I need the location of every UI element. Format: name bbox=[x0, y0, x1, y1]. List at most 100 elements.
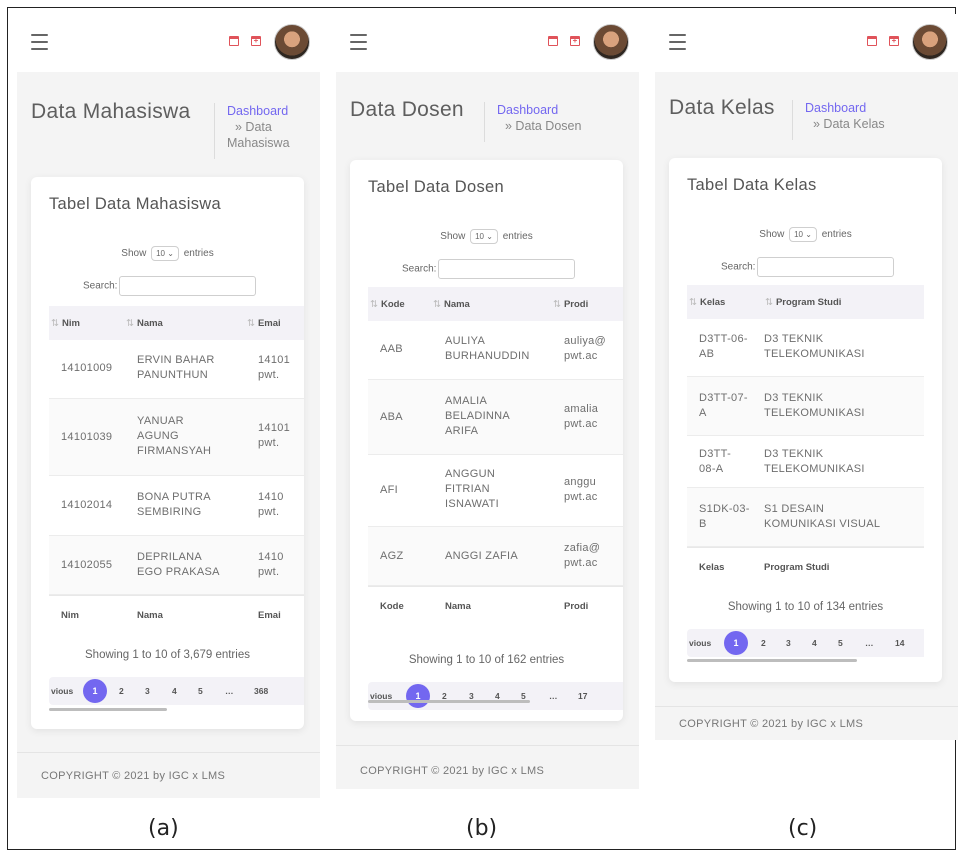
table-card: Tabel Data Dosen Show 10 ⌄ entries Searc… bbox=[350, 160, 623, 721]
pager-page-2[interactable]: 2 bbox=[119, 686, 124, 696]
horizontal-scrollbar[interactable] bbox=[49, 708, 167, 711]
pager-page-3[interactable]: 3 bbox=[786, 638, 791, 648]
column-header-1[interactable]: ⇅ Nim bbox=[51, 318, 80, 329]
pager-page-4[interactable]: 4 bbox=[172, 686, 177, 696]
breadcrumb-dashboard-link[interactable]: Dashboard bbox=[805, 100, 885, 116]
menu-icon[interactable] bbox=[31, 34, 48, 55]
column-header-2[interactable]: ⇅ Nama bbox=[433, 299, 470, 310]
entries-select[interactable]: 10 ⌄ bbox=[470, 229, 498, 244]
table-row[interactable]: 14102055 DEPRILANA EGO PRAKASA 1410 pwt. bbox=[49, 536, 304, 595]
table-row[interactable]: D3TT-07- A D3 TEKNIK TELEKOMUNIKASI bbox=[687, 377, 924, 436]
column-header-2[interactable]: ⇅ Nama bbox=[126, 318, 163, 329]
calendar-icon[interactable] bbox=[229, 36, 239, 46]
entries-label: entries bbox=[502, 231, 533, 243]
breadcrumb-dashboard-link[interactable]: Dashboard bbox=[497, 102, 581, 118]
table-row[interactable]: 14102014 BONA PUTRA SEMBIRING 1410 pwt. bbox=[49, 476, 304, 536]
sort-icon: ⇅ bbox=[247, 318, 255, 329]
data-table: ⇅ Kode ⇅ Nama ⇅ Prodi AAB AULIYA BURHANUDDIN… bbox=[368, 287, 623, 625]
cell-nim: 14101009 bbox=[61, 362, 113, 374]
pager-last-page[interactable]: 368 bbox=[254, 686, 268, 696]
pager-page-5[interactable]: 5 bbox=[198, 686, 203, 696]
menu-icon[interactable] bbox=[350, 34, 367, 55]
table-row[interactable]: ABA AMALIA BELADINNA ARIFA amalia pwt.ac bbox=[368, 380, 623, 455]
entries-select-value: 10 bbox=[475, 232, 484, 241]
footer-column-2: Nama bbox=[445, 601, 471, 612]
pager-last-page[interactable]: 14 bbox=[895, 638, 904, 648]
showing-info: Showing 1 to 10 of 162 entries bbox=[408, 654, 565, 666]
column-header-3[interactable]: ⇅ Emai bbox=[247, 318, 281, 329]
pagination: vious 1 2 3 4 5 … 368 bbox=[49, 677, 304, 705]
pager-page-1[interactable]: 1 bbox=[724, 631, 748, 655]
search-input[interactable] bbox=[438, 259, 576, 279]
sort-icon: ⇅ bbox=[370, 299, 378, 310]
footer-copyright: COPYRIGHT © 2021 by IGC x LMS bbox=[655, 706, 958, 740]
cell-prodi: amalia pwt.ac bbox=[564, 403, 599, 430]
table-row[interactable]: AAB AULIYA BURHANUDDIN auliya@ pwt.ac bbox=[368, 321, 623, 380]
sort-icon: ⇅ bbox=[765, 297, 773, 308]
card-title: Tabel Data Mahasiswa bbox=[49, 195, 221, 213]
pager-page-3[interactable]: 3 bbox=[145, 686, 150, 696]
user-avatar[interactable] bbox=[274, 24, 310, 60]
calendar-plus-icon[interactable] bbox=[570, 36, 580, 46]
calendar-plus-icon[interactable] bbox=[251, 36, 261, 46]
column-header-1[interactable]: ⇅ Kelas bbox=[689, 297, 725, 308]
sort-icon: ⇅ bbox=[126, 318, 134, 329]
table-row[interactable]: D3TT- 08-A D3 TEKNIK TELEKOMUNIKASI bbox=[687, 436, 924, 488]
user-avatar[interactable] bbox=[912, 24, 948, 60]
table-row[interactable]: AGZ ANGGI ZAFIA zafia@ pwt.ac bbox=[368, 527, 623, 586]
breadcrumb-dashboard-link[interactable]: Dashboard bbox=[227, 103, 290, 119]
footer-column-2: Program Studi bbox=[764, 562, 830, 573]
column-header-3[interactable]: ⇅ Prodi bbox=[553, 299, 588, 310]
pager-last-page[interactable]: 17 bbox=[578, 691, 587, 701]
search-box: Search: bbox=[402, 259, 576, 279]
pager-page-1[interactable]: 1 bbox=[83, 679, 107, 703]
calendar-icon[interactable] bbox=[548, 36, 558, 46]
caption-b: (b) bbox=[466, 816, 498, 841]
cell-nim: 14102055 bbox=[61, 559, 113, 571]
horizontal-scrollbar[interactable] bbox=[368, 700, 530, 703]
cell-kode: AGZ bbox=[380, 550, 404, 562]
table-row[interactable]: 14101009 ERVIN BAHAR PANUNTHUN 14101 pwt. bbox=[49, 340, 304, 399]
pagination: vious 1 2 3 4 5 … 14 bbox=[687, 629, 924, 657]
table-row[interactable]: AFI ANGGUN FITRIAN ISNAWATI anggu pwt.ac bbox=[368, 455, 623, 527]
cell-kelas: D3TT-07- A bbox=[699, 392, 748, 419]
table-row[interactable]: D3TT-06- AB D3 TEKNIK TELEKOMUNIKASI bbox=[687, 319, 924, 377]
menu-icon[interactable] bbox=[669, 34, 686, 55]
horizontal-scrollbar[interactable] bbox=[687, 659, 857, 662]
cell-nama: ERVIN BAHAR PANUNTHUN bbox=[137, 354, 215, 381]
screen-kelas: Data Kelas Dashboard » Data Kelas Tabel … bbox=[655, 14, 958, 740]
cell-nama: ANGGUN FITRIAN ISNAWATI bbox=[445, 468, 499, 510]
cell-prodi: zafia@ pwt.ac bbox=[564, 542, 601, 569]
pager-ellipsis: … bbox=[865, 638, 874, 648]
search-input[interactable] bbox=[757, 257, 895, 277]
column-header-2[interactable]: ⇅ Program Studi bbox=[765, 297, 841, 308]
caption-a: (a) bbox=[148, 816, 179, 841]
pager-previous[interactable]: vious bbox=[689, 638, 711, 648]
calendar-plus-icon[interactable] bbox=[889, 36, 899, 46]
screen-mahasiswa: Data Mahasiswa Dashboard » Data Mahasisw… bbox=[17, 14, 320, 798]
pager-page-5[interactable]: 5 bbox=[838, 638, 843, 648]
pager-page-2[interactable]: 2 bbox=[761, 638, 766, 648]
search-label: Search: bbox=[83, 280, 118, 292]
top-navbar bbox=[336, 14, 639, 72]
top-navbar bbox=[17, 14, 320, 72]
search-input[interactable] bbox=[119, 276, 257, 296]
calendar-icon[interactable] bbox=[867, 36, 877, 46]
cell-nama: AULIYA BURHANUDDIN bbox=[445, 335, 530, 362]
entries-select[interactable]: 10 ⌄ bbox=[151, 246, 179, 261]
pager-previous[interactable]: vious bbox=[51, 686, 73, 696]
table-row[interactable]: S1DK-03- B S1 DESAIN KOMUNIKASI VISUAL bbox=[687, 488, 924, 547]
column-header-1[interactable]: ⇅ Kode bbox=[370, 299, 405, 310]
cell-program-studi: D3 TEKNIK TELEKOMUNIKASI bbox=[764, 392, 865, 419]
table-row[interactable]: 14101039 YANUAR AGUNG FIRMANSYAH 14101 pwt. bbox=[49, 399, 304, 476]
breadcrumb-current: » Data Kelas bbox=[813, 117, 885, 131]
cell-program-studi: D3 TEKNIK TELEKOMUNIKASI bbox=[764, 448, 865, 475]
cell-prodi: anggu pwt.ac bbox=[564, 476, 598, 503]
entries-select[interactable]: 10 ⌄ bbox=[789, 227, 817, 242]
user-avatar[interactable] bbox=[593, 24, 629, 60]
page-title: Data Dosen bbox=[350, 98, 464, 121]
search-box: Search: bbox=[721, 257, 895, 277]
pager-page-4[interactable]: 4 bbox=[812, 638, 817, 648]
pager-page-1[interactable]: 1 bbox=[406, 684, 430, 708]
search-label: Search: bbox=[402, 263, 437, 275]
